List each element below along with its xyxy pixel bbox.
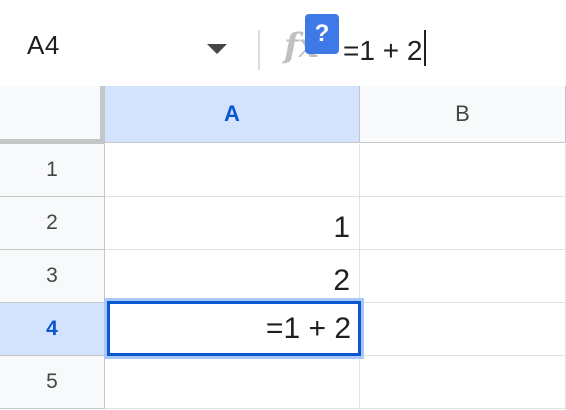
- cell-a3[interactable]: 2: [105, 250, 360, 303]
- row-header-2[interactable]: 2: [0, 197, 105, 250]
- cell-b5[interactable]: [360, 356, 566, 409]
- cell-b2[interactable]: [360, 197, 566, 250]
- formula-text: =1 + 2: [343, 35, 423, 66]
- cell-b1[interactable]: [360, 144, 566, 197]
- help-icon[interactable]: ?: [305, 14, 339, 54]
- cell-a1[interactable]: [105, 144, 360, 197]
- row-header-4[interactable]: 4: [0, 303, 105, 356]
- cell-a5[interactable]: [105, 356, 360, 409]
- column-header-b[interactable]: B: [360, 86, 566, 143]
- chevron-down-icon[interactable]: [207, 44, 227, 54]
- select-all-corner[interactable]: [0, 86, 105, 144]
- formula-bar: A4 fx ? =1 + 2: [0, 0, 566, 87]
- cell-a4-active[interactable]: =1 + 2: [104, 298, 364, 359]
- column-header-a[interactable]: A: [105, 86, 360, 143]
- formula-input[interactable]: =1 + 2: [343, 30, 427, 67]
- cell-b4[interactable]: [360, 303, 566, 356]
- divider: [258, 30, 260, 70]
- text-cursor: [424, 30, 427, 66]
- row-header-5[interactable]: 5: [0, 356, 105, 409]
- name-box[interactable]: A4: [27, 30, 60, 61]
- row-header-1[interactable]: 1: [0, 144, 105, 197]
- cell-a2[interactable]: 1: [105, 197, 360, 250]
- row-header-3[interactable]: 3: [0, 250, 105, 303]
- cell-b3[interactable]: [360, 250, 566, 303]
